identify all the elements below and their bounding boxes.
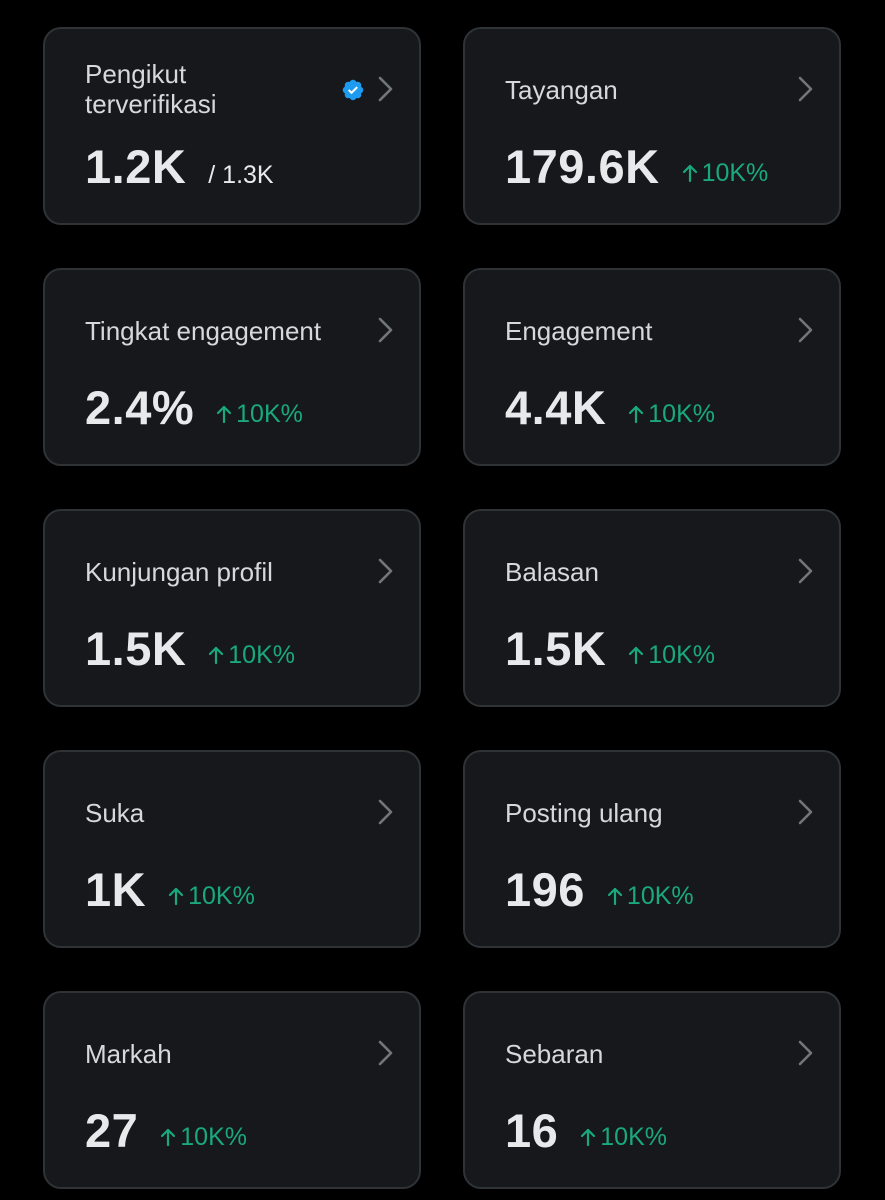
metric-value-row: 196 10K% xyxy=(505,864,694,916)
metric-label: Engagement xyxy=(505,316,653,346)
chevron-right-icon xyxy=(798,558,813,584)
arrow-up-icon xyxy=(607,887,623,906)
metric-change: 10K% xyxy=(682,158,769,188)
arrow-up-icon xyxy=(161,1128,176,1147)
metric-change-value: 10K% xyxy=(626,882,694,910)
metric-label: Kunjungan profil xyxy=(85,557,273,587)
verified-badge-icon xyxy=(342,79,364,101)
metric-value-row: 1.5K 10K% xyxy=(505,623,715,675)
metric-value: 1.2K xyxy=(85,140,187,193)
metric-change: 10K% xyxy=(168,881,255,911)
metric-card-engagement[interactable]: Engagement 4.4K 10K% xyxy=(463,268,841,466)
metric-value: 1K xyxy=(85,863,147,916)
metric-change-value: 10K% xyxy=(228,641,295,669)
metric-change: 10K% xyxy=(580,1122,667,1152)
metric-label: Markah xyxy=(85,1039,172,1069)
chevron-right-icon xyxy=(378,799,393,825)
metric-change-value: 10K% xyxy=(600,1123,667,1151)
metric-change-value: 10K% xyxy=(188,882,255,910)
arrow-up-icon xyxy=(682,164,697,183)
metric-label: Tayangan xyxy=(505,75,618,105)
metric-card-likes[interactable]: Suka 1K 10K% xyxy=(43,750,421,948)
metric-value: 1.5K xyxy=(85,622,187,675)
metric-value-row: 2.4% 10K% xyxy=(85,382,303,434)
metric-value: 4.4K xyxy=(505,381,607,434)
metric-label: Tingkat engagement xyxy=(85,316,322,346)
metric-card-bookmarks[interactable]: Markah 27 10K% xyxy=(43,991,421,1189)
chevron-right-icon xyxy=(798,76,813,102)
arrow-up-icon xyxy=(209,646,224,665)
arrow-up-icon xyxy=(581,1128,596,1147)
metric-change: 10K% xyxy=(160,1122,247,1152)
metric-change-value: 10K% xyxy=(180,1123,247,1151)
metric-label: Pengikut terverifikasi xyxy=(85,59,217,119)
metric-value: 1.5K xyxy=(505,622,607,675)
metrics-grid: Pengikut terverifikasi 1.2K / 1.3K Tayan… xyxy=(0,0,885,1200)
metric-change: 10K% xyxy=(628,640,715,670)
metric-card-profile-visits[interactable]: Kunjungan profil 1.5K 10K% xyxy=(43,509,421,707)
metric-card-impressions[interactable]: Tayangan 179.6K 10K% xyxy=(463,27,841,225)
metric-value-row: 1.2K / 1.3K xyxy=(85,141,274,193)
metric-change: 10K% xyxy=(208,640,295,670)
metric-value-row: 1K 10K% xyxy=(85,864,255,916)
metric-label: Balasan xyxy=(505,557,599,587)
metric-change-value: 10K% xyxy=(236,400,303,428)
metric-card-shares[interactable]: Sebaran 16 10K% xyxy=(463,991,841,1189)
metric-label: Suka xyxy=(85,798,145,828)
metric-change-value: 10K% xyxy=(648,641,715,669)
chevron-right-icon xyxy=(378,1040,393,1066)
metric-value: 196 xyxy=(505,863,585,916)
arrow-up-icon xyxy=(629,646,644,665)
chevron-right-icon xyxy=(798,1040,813,1066)
metric-card-verified-followers[interactable]: Pengikut terverifikasi 1.2K / 1.3K xyxy=(43,27,421,225)
metric-label: Sebaran xyxy=(505,1039,604,1069)
metric-card-replies[interactable]: Balasan 1.5K 10K% xyxy=(463,509,841,707)
metric-change: 10K% xyxy=(216,399,303,429)
arrow-up-icon xyxy=(629,405,644,424)
metric-total: / 1.3K xyxy=(208,161,274,189)
chevron-right-icon xyxy=(378,76,393,102)
metric-change-value: 10K% xyxy=(648,400,715,428)
metric-value-row: 1.5K 10K% xyxy=(85,623,295,675)
metric-value: 16 xyxy=(505,1104,559,1157)
metric-card-engagement-rate[interactable]: Tingkat engagement 2.4% 10K% xyxy=(43,268,421,466)
metric-label: Posting ulang xyxy=(505,798,663,828)
metric-value: 27 xyxy=(85,1104,139,1157)
metric-card-reposts[interactable]: Posting ulang 196 10K% xyxy=(463,750,841,948)
metric-change: 10K% xyxy=(628,399,715,429)
metric-change-value: 10K% xyxy=(701,159,769,187)
chevron-right-icon xyxy=(798,317,813,343)
chevron-right-icon xyxy=(798,799,813,825)
metric-value: 179.6K xyxy=(505,140,660,193)
arrow-up-icon xyxy=(168,887,184,906)
chevron-right-icon xyxy=(378,317,393,343)
metric-value-row: 4.4K 10K% xyxy=(505,382,715,434)
metric-change: 10K% xyxy=(607,881,694,911)
metric-value-row: 179.6K 10K% xyxy=(505,141,768,193)
metric-value: 2.4% xyxy=(85,381,195,434)
arrow-up-icon xyxy=(217,405,232,424)
metric-value-row: 27 10K% xyxy=(85,1105,247,1157)
chevron-right-icon xyxy=(378,558,393,584)
metric-value-row: 16 10K% xyxy=(505,1105,667,1157)
